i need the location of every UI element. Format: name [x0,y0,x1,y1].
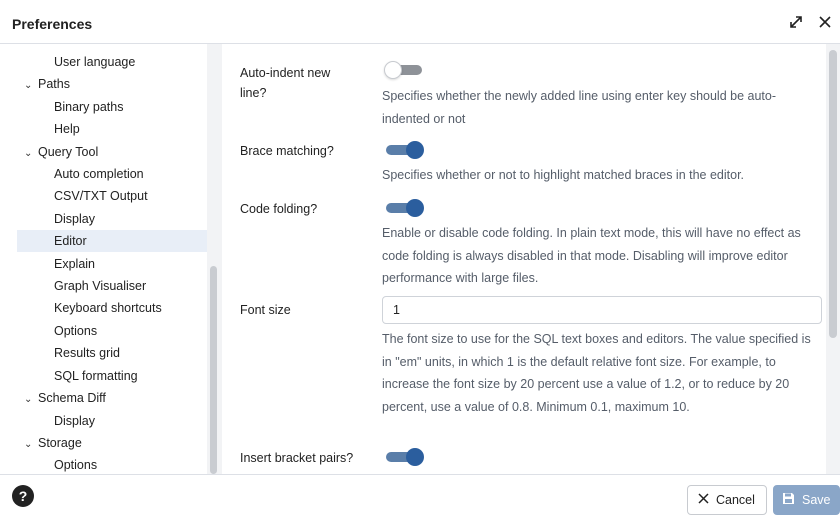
tree-item-label: Display [54,212,95,226]
tree-item-label: Schema Diff [38,391,106,405]
tree-item-options[interactable]: Options [54,320,97,342]
tree-item-label: Editor [54,234,87,248]
chevron-down-icon[interactable]: ⌄ [24,143,38,165]
tree-item-label: Query Tool [38,145,99,159]
tree-item-label: Storage [38,436,82,450]
maximize-icon[interactable] [786,12,806,32]
tree-item-label: Display [54,414,95,428]
dialog-footer: ? Cancel Save [0,474,840,516]
tree-item-storage-options[interactable]: Options [54,454,97,474]
editor-settings-panel: Auto-indent new line? Specifies whether … [222,44,840,474]
chevron-down-icon[interactable]: ⌄ [24,75,38,97]
brace-matching-label: Brace matching? [240,144,334,158]
cancel-label: Cancel [716,493,755,507]
tree-item-editor[interactable]: Editor [17,230,219,252]
preferences-tree: User language ⌄ Paths Binary paths Help ⌄… [12,44,222,474]
tree-item-label: Graph Visualiser [54,279,147,293]
dialog-title: Preferences [12,16,93,32]
brace-matching-toggle[interactable] [382,140,426,160]
brace-matching-description: Specifies whether or not to highlight ma… [382,168,745,182]
tree-item-auto-completion[interactable]: Auto completion [54,163,144,185]
tree-item-schema-diff[interactable]: ⌄ Schema Diff [24,387,106,409]
dialog-titlebar: Preferences [0,0,840,44]
tree-item-paths[interactable]: ⌄ Paths [24,73,70,95]
toggle-knob [384,61,402,79]
tree-item-sql-formatting[interactable]: SQL formatting [54,365,138,387]
insert-bracket-toggle[interactable] [382,447,426,467]
tree-item-label: CSV/TXT Output [54,189,148,203]
content-scrollbar-thumb[interactable] [829,50,837,338]
tree-item-label: User language [54,55,136,69]
font-size-description: The font size to use for the SQL text bo… [382,332,811,414]
tree-item-display[interactable]: Display [54,208,95,230]
chevron-down-icon[interactable]: ⌄ [24,389,38,411]
tree-item-label: Help [54,122,80,136]
font-size-label: Font size [240,303,291,317]
font-size-input[interactable] [382,296,822,324]
tree-item-results-grid[interactable]: Results grid [54,342,120,364]
tree-item-label: Binary paths [54,100,124,114]
tree-item-label: Paths [38,77,70,91]
tree-item-user-language[interactable]: User language [54,51,135,73]
tree-item-query-tool[interactable]: ⌄ Query Tool [24,141,98,163]
tree-item-label: Results grid [54,346,120,360]
auto-indent-label: Auto-indent new line? [240,66,331,100]
code-folding-label: Code folding? [240,202,318,216]
help-button[interactable]: ? [12,485,34,507]
tree-item-csv-txt-output[interactable]: CSV/TXT Output [54,185,148,207]
tree-item-keyboard-shortcuts[interactable]: Keyboard shortcuts [54,297,162,319]
tree-item-label: Explain [54,257,95,271]
auto-indent-toggle[interactable] [382,60,426,80]
tree-item-label: Options [54,458,98,472]
tree-item-label: Auto completion [54,167,144,181]
tree-item-explain[interactable]: Explain [54,253,95,275]
close-icon [698,493,709,507]
tree-item-schema-diff-display[interactable]: Display [54,410,95,432]
tree-item-help[interactable]: Help [54,118,80,140]
insert-bracket-label: Insert bracket pairs? [240,451,354,465]
close-icon[interactable] [815,12,835,32]
tree-item-label: SQL formatting [54,369,138,383]
tree-item-binary-paths[interactable]: Binary paths [54,96,123,118]
tree-item-storage[interactable]: ⌄ Storage [24,432,82,454]
code-folding-description: Enable or disable code folding. In plain… [382,226,801,285]
auto-indent-description: Specifies whether the newly added line u… [382,89,777,126]
toggle-knob [406,199,424,217]
tree-item-label: Options [54,324,98,338]
save-label: Save [802,493,831,507]
cancel-button[interactable]: Cancel [687,485,767,515]
toggle-knob [406,141,424,159]
code-folding-toggle[interactable] [382,198,426,218]
toggle-knob [406,448,424,466]
tree-item-label: Keyboard shortcuts [54,301,162,315]
tree-item-graph-visualiser[interactable]: Graph Visualiser [54,275,146,297]
save-button[interactable]: Save [773,485,840,515]
save-icon [782,492,795,508]
chevron-down-icon[interactable]: ⌄ [24,434,38,456]
sidebar-scrollbar-thumb[interactable] [210,266,217,474]
